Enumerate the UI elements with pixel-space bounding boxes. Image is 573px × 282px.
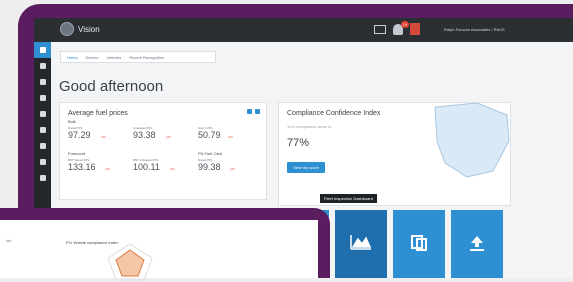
price-value: 100.11 [133,162,160,172]
tile-tooltip: Fleet Inspection Dashboard [320,194,377,203]
tab-home[interactable]: Home [67,55,78,60]
compliance-score: 77% [287,137,310,149]
price-unit: c/ltr [105,167,110,171]
compliance-subtitle: Your compliance score is [287,124,332,129]
car-icon [39,79,46,85]
notification-badge: 19 [400,20,409,28]
inset-side-label: Idx [6,238,12,243]
view-score-button[interactable]: View my score [287,162,325,173]
fn-fuel-card-label: FN Fuel Card [198,151,223,156]
compliance-card-title: Compliance Confidence Index [287,110,381,117]
area-chart-icon [350,235,372,250]
sidebar-item-reports[interactable] [34,90,51,106]
sidebar-item-vehicles[interactable] [34,74,51,90]
section-label-forecourt: Forecourt [68,151,86,156]
inset-screen [0,220,318,281]
region-map [434,102,510,178]
price-unit: c/ltr [170,167,175,171]
price-value: 50.79 [198,130,221,140]
price-unit: c/ltr [166,135,171,139]
radar-chart-graphic [107,243,153,281]
nav-tabs: Home Drivers Vehicles Recent Recognition [60,51,216,63]
section-label-bulk: Bulk [68,119,76,124]
fuel-prices-card: Average fuel prices Bulk Diesel PPL 97.2… [59,102,267,200]
topbar-actions: 19 [374,20,420,35]
brand[interactable]: Vision [60,22,100,36]
sidebar-item-admin[interactable] [34,170,51,186]
user-menu[interactable]: Ralph Funcom Associates / RAUS [444,27,505,32]
price-value: 99.38 [198,162,221,172]
fuel-icon [39,111,46,117]
fleet-inspection-tile[interactable] [335,210,387,278]
sidebar-item-fuel[interactable] [34,106,51,122]
tab-recent-recognition[interactable]: Recent Recognition [129,55,164,60]
sidebar-item-location[interactable] [34,138,51,154]
sidebar-item-settings[interactable] [34,122,51,138]
pin-icon [39,143,46,149]
price-unit: c/ltr [230,167,235,171]
document-icon [39,95,46,101]
inset-chart-title: F% Vehicle compliance index [66,240,119,245]
vision-logo-icon [60,22,74,36]
documents-tile[interactable] [393,210,445,278]
price-value: 133.16 [68,162,96,172]
info-icon[interactable] [247,109,252,114]
compliance-card: Compliance Confidence Index Your complia… [278,102,511,206]
flag-icon[interactable] [410,23,420,35]
home-icon [39,47,46,53]
fuel-card-title: Average fuel prices [68,110,128,117]
price-value: 93.38 [133,130,156,140]
upload-tile[interactable] [451,210,503,278]
gear-icon [39,127,46,133]
price-unit: c/ltr [228,135,233,139]
sidebar-item-home[interactable] [34,42,51,58]
upload-icon [470,236,484,251]
bell-icon[interactable]: 19 [393,20,409,35]
sidebar-item-drivers[interactable] [34,58,51,74]
user-icon [39,63,46,69]
price-unit: c/ltr [101,135,106,139]
copy-icon [411,235,427,251]
sidebar-item-fleet[interactable] [34,154,51,170]
card-actions [247,109,260,114]
price-value: 97.29 [68,130,91,140]
tab-drivers[interactable]: Drivers [86,55,99,60]
greeting-heading: Good afternoon [59,78,164,95]
mail-icon[interactable] [374,24,386,34]
cog-icon [39,175,46,181]
brand-name: Vision [78,24,100,34]
truck-icon [39,159,46,165]
tab-vehicles[interactable]: Vehicles [106,55,121,60]
check-icon[interactable] [255,109,260,114]
top-bar: Vision 19 Ralph Funcom Associates / RAUS [34,18,573,42]
